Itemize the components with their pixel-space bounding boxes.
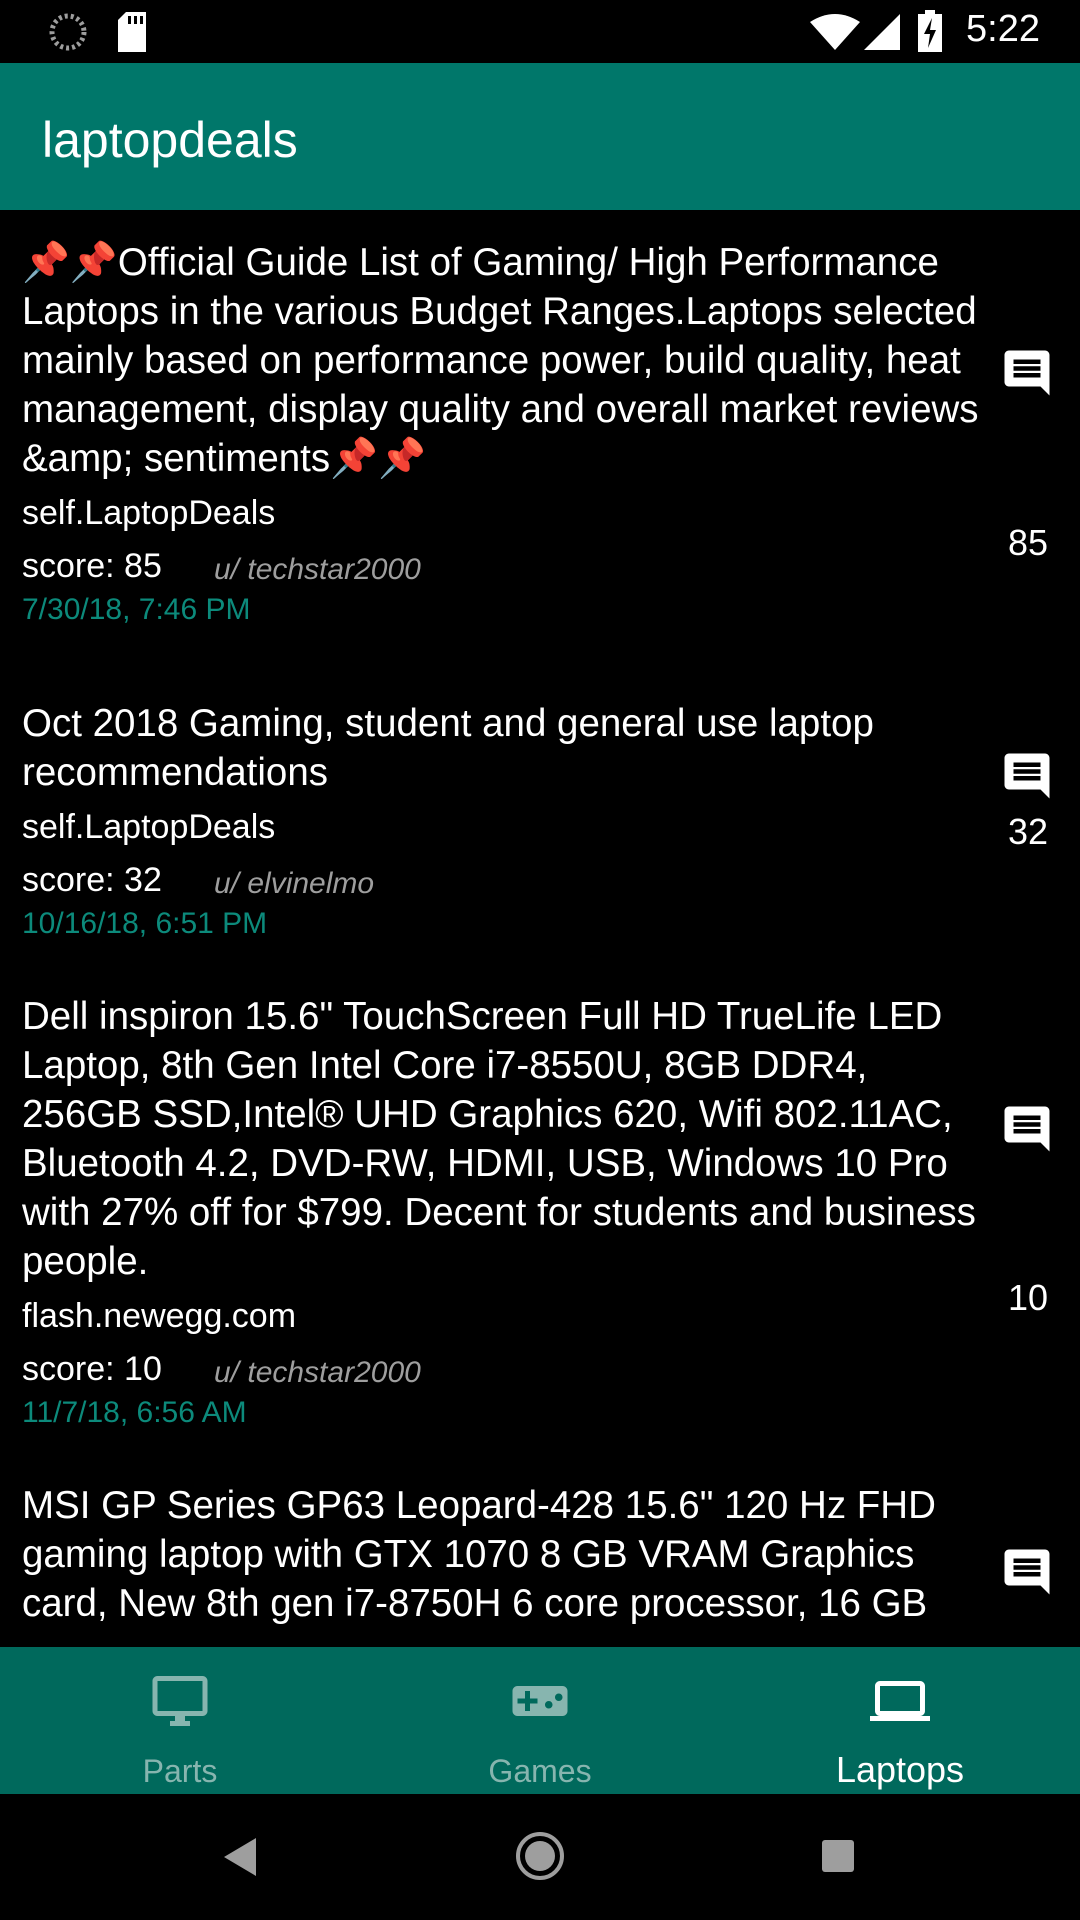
post-author[interactable]: u/ techstar2000 <box>214 553 421 587</box>
gamepad-icon <box>512 1686 568 1716</box>
comment-icon[interactable] <box>1000 749 1054 803</box>
nav-item-parts[interactable]: Parts <box>0 1647 360 1794</box>
status-bar: 5:22 <box>0 0 1080 63</box>
post-title[interactable]: Oct 2018 Gaming, student and general use… <box>22 699 997 797</box>
laptop-icon <box>870 1681 930 1721</box>
post-title[interactable]: 📌📌Official Guide List of Gaming/ High Pe… <box>22 238 997 483</box>
nav-item-laptops[interactable]: Laptops <box>720 1647 1080 1794</box>
back-icon[interactable] <box>222 1836 258 1878</box>
comment-icon[interactable] <box>1000 1545 1054 1599</box>
post-date: 7/30/18, 7:46 PM <box>22 593 251 626</box>
post-item[interactable]: MSI GP Series GP63 Leopard-428 15.6" 120… <box>0 1481 1080 1647</box>
comment-count: 10 <box>1007 1277 1048 1318</box>
wifi-icon <box>810 14 860 50</box>
comment-icon[interactable] <box>1000 1102 1054 1156</box>
signal-icon <box>864 14 900 50</box>
post-author[interactable]: u/ techstar2000 <box>214 1356 421 1390</box>
nav-label: Laptops <box>835 1749 965 1790</box>
post-domain[interactable]: self.LaptopDeals <box>22 805 997 849</box>
app-bar: laptopdeals <box>0 63 1080 210</box>
comment-icon[interactable] <box>1000 346 1054 400</box>
post-list[interactable]: 📌📌Official Guide List of Gaming/ High Pe… <box>0 210 1080 1647</box>
comment-count: 32 <box>1007 811 1048 852</box>
home-icon[interactable] <box>514 1830 566 1882</box>
status-time: 5:22 <box>966 8 1040 50</box>
nav-label: Games <box>488 1753 592 1789</box>
post-domain[interactable]: flash.newegg.com <box>22 1294 997 1338</box>
post-domain[interactable]: self.LaptopDeals <box>22 491 997 535</box>
post-score: score: 85 <box>22 547 162 585</box>
system-nav-bar <box>0 1794 1080 1920</box>
post-item[interactable]: Dell inspiron 15.6" TouchScreen Full HD … <box>0 992 1080 1481</box>
post-date: 11/7/18, 6:56 AM <box>22 1396 247 1429</box>
monitor-icon <box>152 1676 208 1726</box>
post-score: score: 32 <box>22 861 162 899</box>
nav-item-games[interactable]: Games <box>360 1647 720 1794</box>
comment-count: 85 <box>1007 522 1048 563</box>
battery-charging-icon <box>918 10 942 52</box>
recents-icon[interactable] <box>820 1838 856 1874</box>
post-title[interactable]: MSI GP Series GP63 Leopard-428 15.6" 120… <box>22 1481 997 1628</box>
sd-card-icon <box>118 12 146 52</box>
loading-spinner-icon <box>49 13 87 51</box>
post-item[interactable]: 📌📌Official Guide List of Gaming/ High Pe… <box>0 210 1080 699</box>
page-title: laptopdeals <box>42 112 298 168</box>
bottom-navigation: Parts Games Laptops <box>0 1647 1080 1794</box>
post-date: 10/16/18, 6:51 PM <box>22 907 268 940</box>
post-score: score: 10 <box>22 1350 162 1388</box>
post-author[interactable]: u/ elvinelmo <box>214 867 374 901</box>
nav-label: Parts <box>142 1753 218 1789</box>
post-item[interactable]: Oct 2018 Gaming, student and general use… <box>0 699 1080 992</box>
post-title[interactable]: Dell inspiron 15.6" TouchScreen Full HD … <box>22 992 997 1286</box>
